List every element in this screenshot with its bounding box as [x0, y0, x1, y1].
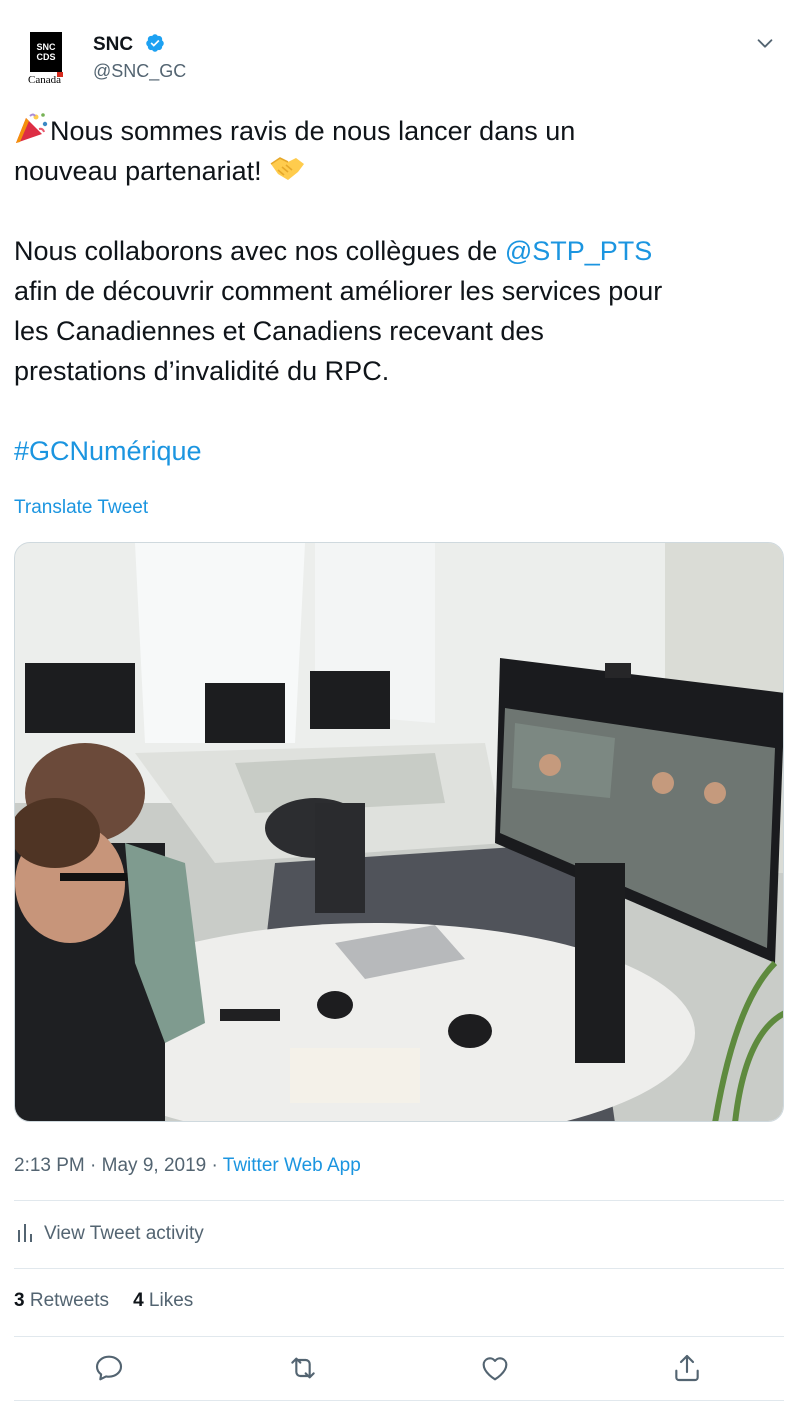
tweet-line-6: prestations d’invalidité du RPC. [14, 356, 390, 386]
tweet-meta: 2:13 PM · May 9, 2019 · Twitter Web App [14, 1155, 361, 1177]
handle[interactable]: @SNC_GC [93, 61, 186, 82]
handshake-icon [270, 157, 305, 180]
logo-text-snc: SNC [36, 42, 56, 52]
tweet-line-4: afin de découvrir comment améliorer les … [14, 276, 663, 306]
divider [14, 1336, 784, 1337]
meta-separator: · [84, 1155, 102, 1176]
mention-link[interactable]: @STP_PTS [505, 236, 652, 266]
verified-badge-icon [146, 34, 164, 52]
avatar[interactable]: SNC CDS Canada [26, 32, 66, 86]
like-heart-icon[interactable] [479, 1352, 511, 1384]
meta-separator: · [206, 1155, 223, 1176]
hashtag-link[interactable]: #GCNumérique [14, 436, 202, 466]
divider [14, 1268, 784, 1269]
tweet-header: SNC CDS Canada SNC @SNC_GC [14, 28, 790, 88]
likes-count: 4 [133, 1290, 144, 1311]
office-photo-image [15, 543, 783, 1121]
display-name[interactable]: SNC [93, 34, 133, 56]
tweet-line-1: Nous sommes ravis de nous lancer dans un [50, 116, 576, 146]
view-tweet-activity-link[interactable]: View Tweet activity [14, 1222, 204, 1245]
tweet-line-2: nouveau partenariat! [14, 156, 270, 186]
chevron-down-icon[interactable] [754, 32, 776, 54]
source-app-link[interactable]: Twitter Web App [223, 1155, 361, 1176]
translate-tweet-link[interactable]: Translate Tweet [14, 497, 148, 519]
tweet-date[interactable]: May 9, 2019 [102, 1155, 207, 1176]
divider [14, 1400, 784, 1401]
tweet-photo[interactable] [14, 542, 784, 1122]
likes-label: Likes [143, 1290, 194, 1311]
tweet-line-5: les Canadiennes et Canadiens recevant de… [14, 316, 544, 346]
logo-text-cds: CDS [36, 52, 56, 62]
tweet-time[interactable]: 2:13 PM [14, 1155, 85, 1176]
likes-stat[interactable]: 4 Likes [133, 1290, 193, 1311]
flag-icon [57, 72, 63, 77]
retweets-stat[interactable]: 3 Retweets [14, 1290, 109, 1311]
tweet-stats: 3 Retweets 4 Likes [14, 1290, 193, 1312]
view-tweet-activity-label: View Tweet activity [44, 1223, 204, 1244]
reply-icon[interactable] [93, 1352, 125, 1384]
analytics-bars-icon [18, 1224, 32, 1242]
party-popper-icon [16, 113, 48, 143]
divider [14, 1200, 784, 1201]
retweet-icon[interactable] [287, 1352, 319, 1384]
tweet-line-3: Nous collaborons avec nos collègues de [14, 236, 505, 266]
retweets-count: 3 [14, 1290, 25, 1311]
retweets-label: Retweets [24, 1290, 110, 1311]
tweet-text: Nous sommes ravis de nous lancer dans un… [14, 111, 784, 471]
logo: SNC CDS [30, 32, 62, 72]
share-icon[interactable] [671, 1352, 703, 1384]
